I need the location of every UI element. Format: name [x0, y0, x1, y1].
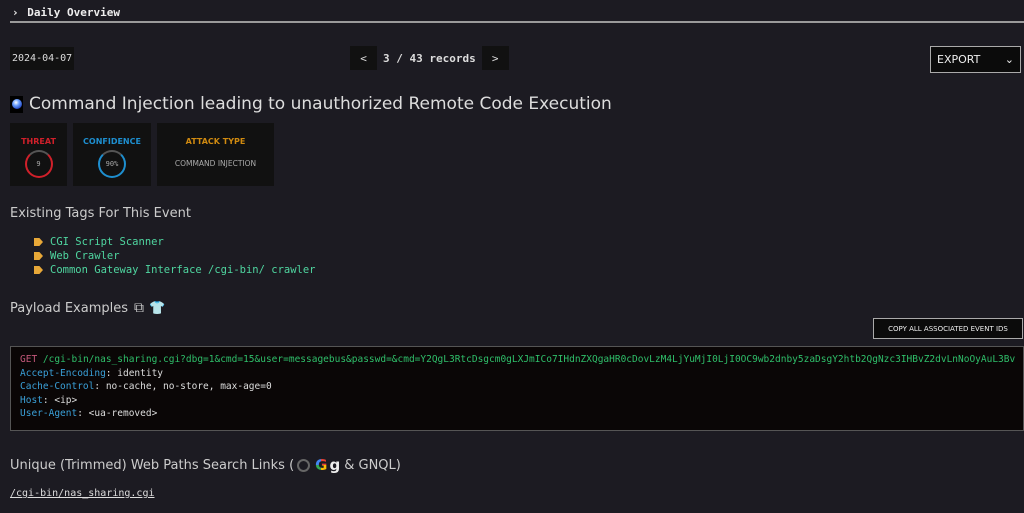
tag-icon [34, 252, 43, 260]
web-path-link[interactable]: /cgi-bin/nas_sharing.cgi [10, 488, 155, 499]
event-title: Command Injection leading to unauthorize… [10, 94, 612, 114]
header-line: Accept-Encoding: identity [20, 367, 164, 379]
event-orb-icon [10, 95, 23, 113]
threat-ring: 9 [24, 150, 53, 178]
search-links-suffix: & GNQL) [344, 457, 401, 473]
greynoise-icon[interactable]: g [329, 456, 340, 474]
header-line: Host: <ip> [20, 394, 78, 406]
export-select[interactable]: EXPORT ⌄ [930, 46, 1021, 73]
search-links-heading: Unique (Trimmed) Web Paths Search Links … [10, 456, 401, 474]
tag-list: CGI Script Scanner Web Crawler Common Ga… [34, 235, 316, 277]
tag-label: Web Crawler [50, 250, 120, 262]
event-title-text: Command Injection leading to unauthorize… [29, 94, 612, 114]
request-line: GET /cgi-bin/nas_sharing.cgi?dbg=1&cmd=1… [20, 353, 1016, 367]
tshirt-icon[interactable]: 👕 [149, 301, 165, 316]
copy-all-event-ids-button[interactable]: COPY ALL ASSOCIATED EVENT IDS [873, 318, 1023, 339]
attack-type-label: ATTACK TYPE [185, 137, 246, 146]
tags-heading: Existing Tags For This Event [10, 206, 191, 221]
chevron-right-icon: › [12, 6, 19, 19]
tag-icon [34, 238, 43, 246]
copy-icon[interactable]: ⧉ [134, 300, 144, 316]
next-record-button[interactable]: > [481, 46, 509, 70]
payload-heading-text: Payload Examples [10, 300, 129, 316]
export-label: EXPORT [937, 53, 981, 66]
tag-item[interactable]: Common Gateway Interface /cgi-bin/ crawl… [34, 263, 316, 277]
tag-label: Common Gateway Interface /cgi-bin/ crawl… [50, 264, 316, 276]
tag-item[interactable]: CGI Script Scanner [34, 235, 316, 249]
chevron-down-icon: ⌄ [1004, 53, 1014, 66]
attack-type-card: ATTACK TYPE COMMAND INJECTION [157, 123, 274, 186]
payload-heading: Payload Examples ⧉ 👕 [10, 300, 165, 316]
date-display: 2024-04-07 [10, 47, 75, 70]
payload-code-block: GET /cgi-bin/nas_sharing.cgi?dbg=1&cmd=1… [10, 346, 1024, 431]
record-status: 3 / 43 records [383, 51, 476, 65]
header-line: Cache-Control: no-cache, no-store, max-a… [20, 381, 272, 393]
tag-label: CGI Script Scanner [50, 236, 164, 248]
threat-label: THREAT [21, 137, 56, 146]
section-title: Daily Overview [27, 6, 120, 19]
confidence-label: CONFIDENCE [83, 137, 141, 146]
threat-card: THREAT 9 [10, 123, 67, 186]
section-header[interactable]: › Daily Overview [10, 6, 1024, 23]
google-icon[interactable]: G [315, 456, 327, 474]
tag-icon [34, 266, 43, 274]
tag-item[interactable]: Web Crawler [34, 249, 316, 263]
confidence-card: CONFIDENCE 90% [73, 123, 151, 186]
http-method: GET [20, 354, 38, 365]
prev-record-button[interactable]: < [350, 46, 377, 70]
header-line: User-Agent: <ua-removed> [20, 408, 158, 420]
confidence-ring: 90% [98, 150, 126, 178]
request-url: /cgi-bin/nas_sharing.cgi?dbg=1&cmd=15&us… [42, 354, 1016, 365]
attack-type-value: COMMAND INJECTION [174, 159, 257, 168]
record-pager: < 3 / 43 records > [350, 46, 509, 70]
github-icon[interactable] [297, 458, 311, 472]
search-links-heading-text: Unique (Trimmed) Web Paths Search Links … [10, 457, 295, 473]
